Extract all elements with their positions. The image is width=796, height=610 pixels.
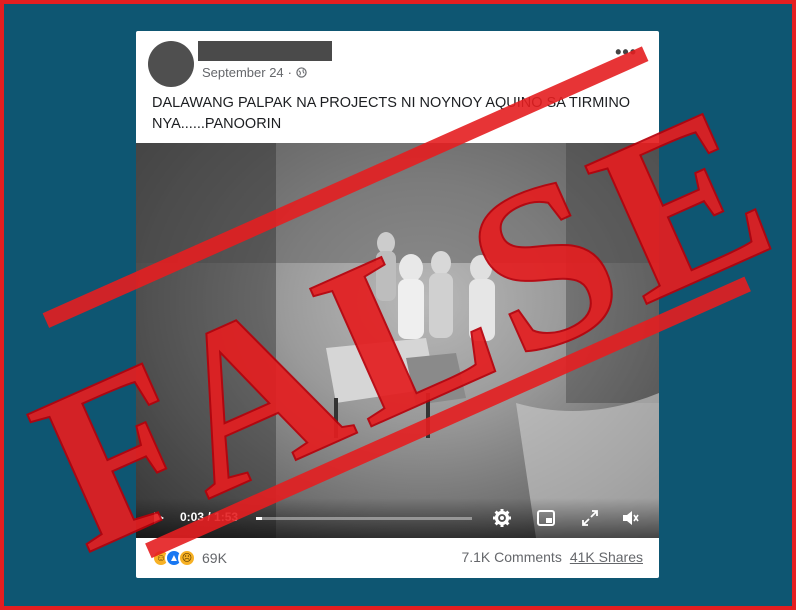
volume-icon[interactable] xyxy=(620,508,640,528)
video-player[interactable]: 0:03 / 1:53 xyxy=(136,143,659,538)
reaction-icons: ☺ ▲ ☹ xyxy=(152,549,196,567)
video-frame xyxy=(136,143,659,538)
fullscreen-icon[interactable] xyxy=(580,508,600,528)
mini-player-icon[interactable] xyxy=(536,508,556,528)
redacted-author-name xyxy=(198,41,332,61)
avatar[interactable] xyxy=(148,41,194,87)
video-progress-bar[interactable] xyxy=(256,517,472,520)
engagement-stats: 7.1K Comments 41K Shares xyxy=(461,549,643,565)
reaction-count: 69K xyxy=(202,550,227,566)
reactions-summary[interactable]: ☺ ▲ ☹ 69K xyxy=(152,549,227,567)
post-meta: September 24 · xyxy=(202,65,307,80)
more-options-button[interactable]: ••• xyxy=(615,43,637,61)
sad-icon: ☹ xyxy=(178,549,196,567)
play-icon[interactable] xyxy=(154,512,164,524)
video-controls: 0:03 / 1:53 xyxy=(136,498,659,538)
video-time: 0:03 / 1:53 xyxy=(180,510,239,524)
post-date[interactable]: September 24 xyxy=(202,65,284,80)
facebook-post: September 24 · ••• DALAWANG PALPAK NA PR… xyxy=(136,31,659,578)
comments-count[interactable]: 7.1K Comments xyxy=(461,549,561,565)
globe-icon xyxy=(296,67,307,78)
post-caption: DALAWANG PALPAK NA PROJECTS NI NOYNOY AQ… xyxy=(152,95,631,132)
date-separator: · xyxy=(287,65,293,80)
shares-count[interactable]: 41K Shares xyxy=(570,549,643,565)
gear-icon[interactable] xyxy=(492,508,512,528)
video-progress-fill xyxy=(256,517,263,520)
